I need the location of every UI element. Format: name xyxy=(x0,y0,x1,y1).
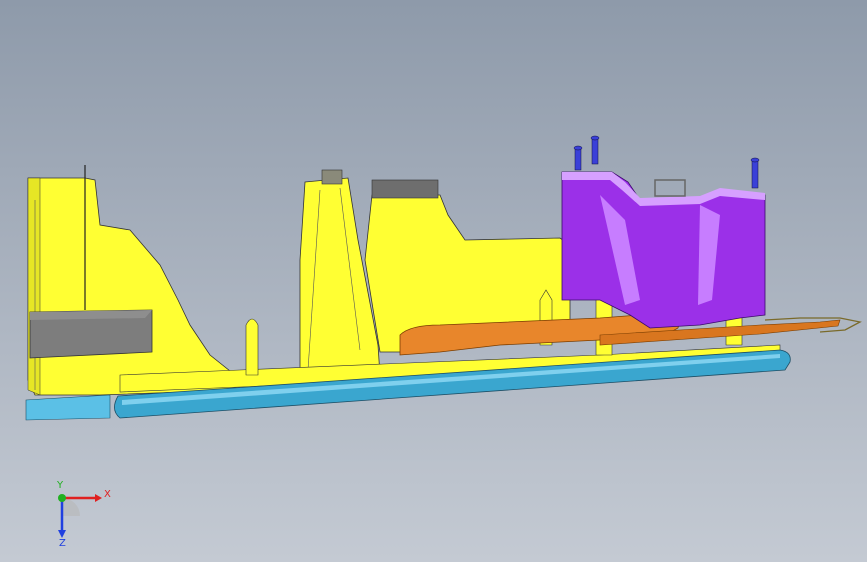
y-axis-dot xyxy=(58,494,66,502)
z-axis-label: Z xyxy=(59,538,66,548)
left-wall-shade xyxy=(27,177,41,396)
tower-cap xyxy=(321,169,343,185)
left-yellow-wall[interactable] xyxy=(27,177,241,396)
z-axis-arrow xyxy=(58,530,66,538)
cad-model[interactable] xyxy=(0,0,867,562)
coordinate-triad: X Y Z xyxy=(56,480,111,548)
x-axis-label: X xyxy=(104,489,111,500)
3d-viewport[interactable]: X Y Z xyxy=(0,0,867,562)
grey-block-top[interactable] xyxy=(371,179,439,199)
cyan-rail-left[interactable] xyxy=(25,394,111,421)
purple-bracket-tab xyxy=(654,179,686,197)
y-axis-label: Y xyxy=(56,480,64,491)
x-axis-arrow xyxy=(95,494,102,502)
